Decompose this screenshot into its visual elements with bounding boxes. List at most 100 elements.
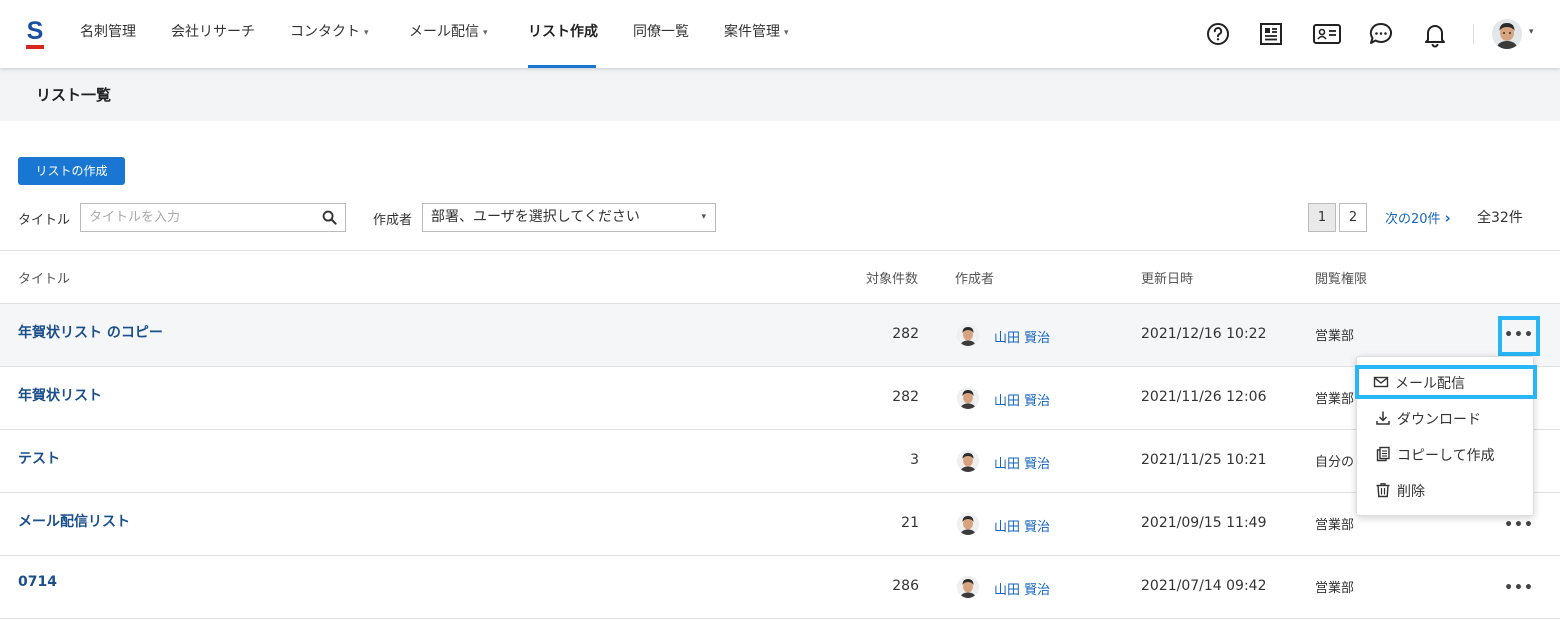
menu-item-download[interactable]: ダウンロード [1357,401,1535,435]
creator-avatar [957,450,979,472]
nav-item-business-cards[interactable]: 名刺管理 [80,22,136,42]
table-row[interactable]: テスト 3 山田 賢治 2021/11/25 10:21 自分の [0,430,1560,493]
next-page-link[interactable]: 次の20件 › [1385,208,1451,227]
page-button-1[interactable]: 1 [1308,203,1336,232]
nav-item-colleagues[interactable]: 同僚一覧 [633,22,689,42]
nav-item-label: 同僚一覧 [633,24,689,40]
user-avatar[interactable] [1492,19,1522,49]
creator-avatar [957,513,979,535]
column-header-permission: 閲覧権限 [1315,272,1368,287]
chevron-right-icon: › [1444,209,1451,227]
contact-card-icon[interactable] [1312,20,1342,48]
view-permission: 営業部 [1315,518,1355,533]
nav-item-label: メール配信 [409,24,479,40]
chat-icon[interactable] [1367,20,1395,48]
total-count: 全32件 [1477,210,1523,226]
chevron-down-icon: ▾ [364,28,369,38]
view-permission: 営業部 [1315,392,1355,407]
trash-icon [1376,483,1390,498]
creator-name-link[interactable]: 山田 賢治 [994,327,1050,346]
next-page-label: 次の20件 [1385,212,1441,227]
nav-item-contact[interactable]: コンタクト ▾ [290,22,369,44]
chevron-down-icon: ▾ [784,28,789,38]
target-count: 286 [892,578,919,594]
nav-item-mail-delivery[interactable]: メール配信 ▾ [409,22,488,44]
nav-item-label: コンタクト [290,24,360,40]
menu-item-delete[interactable]: 削除 [1357,473,1535,507]
nav-item-label: 名刺管理 [80,24,136,40]
mail-icon [1373,376,1389,388]
row-actions-menu: メール配信 ダウンロード コピーして作成 削除 [1355,356,1537,516]
table-row[interactable]: 年賀状リスト 282 山田 賢治 2021/11/26 12:06 営業部 [0,367,1560,430]
target-count: 21 [901,515,919,531]
creator-name-link[interactable]: 山田 賢治 [994,516,1050,535]
active-tab-indicator [528,65,596,68]
chevron-down-icon[interactable]: ▾ [1529,27,1534,37]
nav-item-label: 案件管理 [724,24,780,40]
search-icon[interactable] [322,210,337,225]
list-title-link[interactable]: 年賀状リスト のコピー [18,322,163,342]
list-title-link[interactable]: テスト [18,448,60,468]
creator-name-link[interactable]: 山田 賢治 [994,390,1050,409]
nav-item-label: リスト作成 [528,24,598,40]
creator-filter-label: 作成者 [373,213,413,228]
table-row[interactable]: 0714 286 山田 賢治 2021/07/14 09:42 営業部 ••• [0,556,1560,619]
app-logo[interactable]: S [24,18,46,52]
creator-select[interactable]: 部署、ユーザを選択してください ▾ [422,203,716,232]
chevron-down-icon: ▾ [701,212,706,222]
view-permission: 営業部 [1315,329,1355,344]
column-header-updated: 更新日時 [1141,272,1194,287]
table-row[interactable]: 年賀状リスト のコピー 282 山田 賢治 2021/12/16 10:22 営業部 ••… [0,304,1560,367]
creator-select-value: 部署、ユーザを選択してください [431,209,640,225]
creator-avatar [957,576,979,598]
list-title-link[interactable]: メール配信リスト [18,511,130,531]
card-list-icon[interactable] [1257,20,1285,48]
menu-item-copy-create[interactable]: コピーして作成 [1357,437,1535,471]
nav-item-deal-management[interactable]: 案件管理 ▾ [724,22,789,44]
column-header-count: 対象件数 [866,272,919,287]
updated-datetime: 2021/09/15 11:49 [1141,515,1267,531]
help-icon[interactable] [1204,20,1232,48]
target-count: 282 [892,389,919,405]
nav-item-company-research[interactable]: 会社リサーチ [171,22,255,42]
menu-item-label: メール配信 [1395,376,1465,392]
menu-item-label: 削除 [1397,484,1425,500]
target-count: 3 [910,452,919,468]
title-search-input[interactable] [81,204,311,231]
row-more-actions-button[interactable]: ••• [1503,515,1535,539]
view-permission: 自分の [1315,455,1355,470]
nav-divider [1473,24,1474,44]
menu-item-send-mail[interactable]: メール配信 [1355,365,1537,399]
row-divider [0,618,1560,619]
updated-datetime: 2021/12/16 10:22 [1141,326,1267,342]
download-icon [1376,411,1390,425]
page-header: リスト一覧 [0,68,1560,121]
table-top-border [0,250,1560,251]
bell-icon[interactable] [1421,20,1449,48]
title-filter-label: タイトル [18,213,71,228]
menu-item-label: コピーして作成 [1397,448,1495,464]
column-header-creator: 作成者 [955,272,995,287]
view-permission: 営業部 [1315,581,1355,596]
updated-datetime: 2021/11/25 10:21 [1141,452,1267,468]
target-count: 282 [892,326,919,342]
updated-datetime: 2021/11/26 12:06 [1141,389,1267,405]
creator-avatar [957,387,979,409]
copy-icon [1376,446,1390,462]
list-title-link[interactable]: 0714 [18,574,57,590]
chevron-down-icon: ▾ [483,28,488,38]
column-header-title: タイトル [18,272,71,287]
row-more-actions-button[interactable]: ••• [1503,578,1535,602]
page-button-2[interactable]: 2 [1339,203,1367,232]
logo-letter: S [26,17,44,45]
nav-item-list-creation[interactable]: リスト作成 [528,22,598,42]
table-row[interactable]: メール配信リスト 21 山田 賢治 2021/09/15 11:49 営業部 ••• [0,493,1560,556]
row-more-actions-button[interactable]: ••• [1498,316,1540,356]
create-list-button[interactable]: リストの作成 [18,157,125,185]
creator-name-link[interactable]: 山田 賢治 [994,453,1050,472]
logo-underline [26,45,44,49]
creator-name-link[interactable]: 山田 賢治 [994,579,1050,598]
menu-item-label: ダウンロード [1397,412,1481,428]
list-title-link[interactable]: 年賀状リスト [18,385,102,405]
top-navigation: S 名刺管理 会社リサーチ コンタクト ▾ メール配信 ▾ リスト作成 同僚一覧 案… [0,0,1560,68]
